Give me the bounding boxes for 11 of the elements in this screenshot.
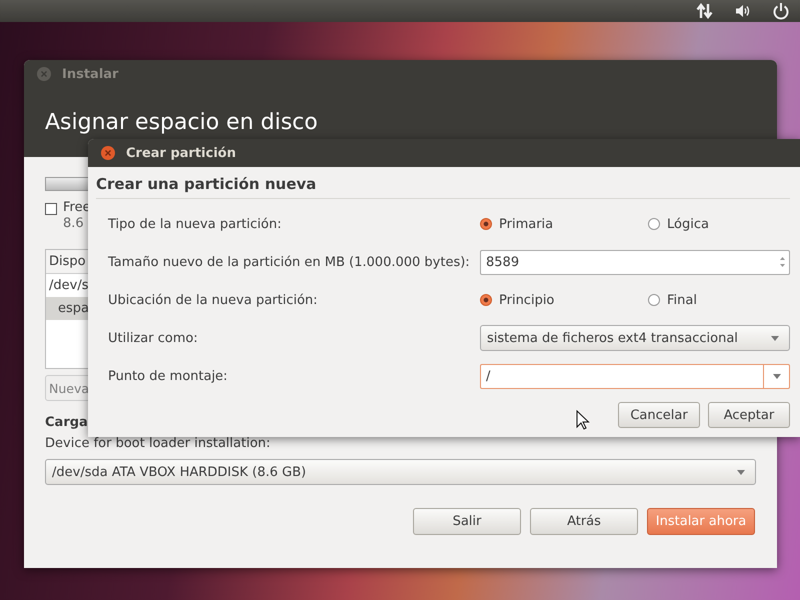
section-heading: Carga	[45, 415, 88, 430]
field-label: Device for boot loader installation:	[45, 436, 270, 451]
dialog-heading: Crear una partición nueva	[96, 175, 318, 193]
field-label: Tipo de la nueva partición:	[108, 216, 282, 232]
field-label: Ubicación de la nueva partición:	[108, 292, 319, 308]
window-title: Instalar	[62, 66, 118, 82]
legend-size: 8.6	[63, 216, 85, 231]
dialog-title: Crear partición	[126, 146, 236, 160]
field-label: Utilizar como:	[108, 330, 199, 346]
page-heading: Asignar espacio en disco	[45, 110, 318, 135]
field-label: Tamaño nuevo de la partición en MB (1.000.000 bytes):	[108, 254, 471, 270]
